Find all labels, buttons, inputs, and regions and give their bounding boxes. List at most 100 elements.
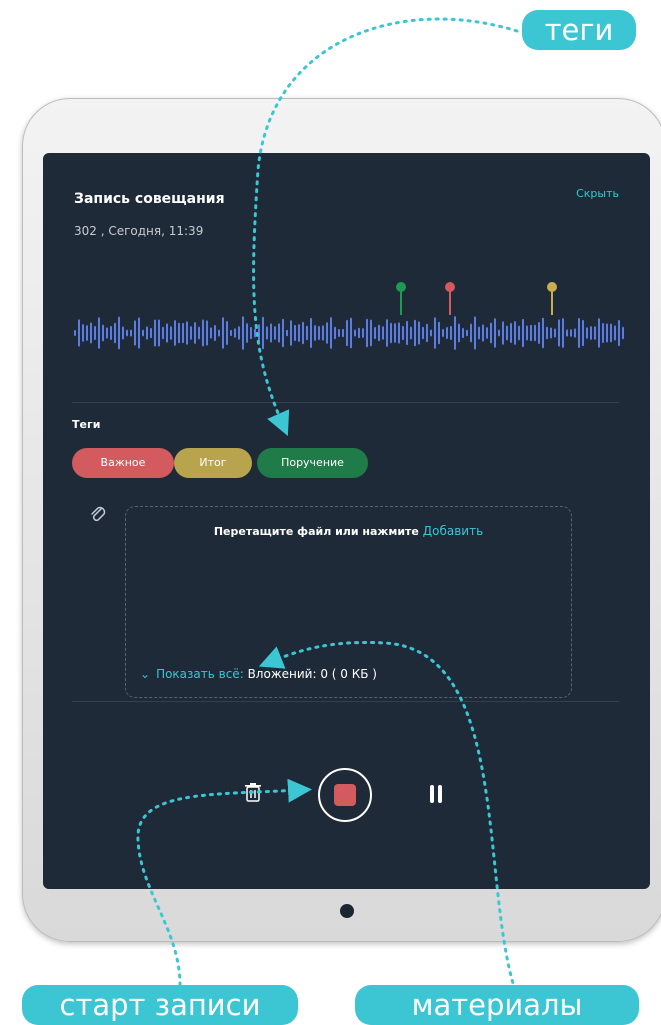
waveform-bar — [178, 322, 180, 344]
stop-record-icon — [334, 784, 356, 806]
app-screen: Запись совещания 302 , Сегодня, 11:39 Ск… — [43, 153, 650, 889]
waveform-bar — [518, 325, 520, 341]
hide-link[interactable]: Скрыть — [576, 187, 619, 200]
pause-button[interactable] — [430, 785, 444, 805]
waveform-bar — [182, 322, 184, 344]
waveform-bar — [546, 326, 548, 340]
file-drop-zone[interactable]: Перетащите файл или нажмите Добавить ⌄ По… — [125, 506, 572, 698]
tag-marker-green[interactable] — [396, 282, 406, 315]
waveform-bar — [486, 327, 488, 339]
waveform-bar — [294, 324, 296, 342]
waveform-bar — [514, 321, 516, 345]
waveform-bar — [142, 329, 144, 337]
waveform-bar — [130, 329, 132, 337]
waveform-bar — [542, 317, 544, 349]
recording-title: Запись совещания — [74, 191, 225, 207]
show-all-link[interactable]: Показать всё: — [156, 667, 244, 681]
waveform-bar — [90, 322, 92, 344]
waveform-bar — [134, 320, 136, 346]
waveform-bar — [590, 326, 592, 340]
waveform-bar — [394, 323, 396, 343]
waveform-bar — [550, 327, 552, 339]
waveform-bar — [254, 328, 256, 338]
waveform-bar — [402, 325, 404, 341]
waveform-bar — [334, 326, 336, 340]
waveform-bar — [302, 321, 304, 345]
waveform-bar — [122, 326, 124, 340]
waveform-bar — [278, 323, 280, 343]
waveform-bar — [606, 323, 608, 343]
tag-chip-assignment[interactable]: Поручение — [257, 448, 368, 478]
waveform-bar — [258, 324, 260, 342]
audio-waveform[interactable] — [72, 277, 626, 357]
tags-label: Теги — [72, 418, 101, 431]
waveform-bar — [154, 319, 156, 347]
waveform-bar — [266, 326, 268, 340]
waveform-bar — [586, 327, 588, 339]
record-stop-button[interactable] — [318, 768, 372, 822]
waveform-bar — [382, 326, 384, 340]
waveform-bar — [398, 322, 400, 344]
waveform-bar — [146, 326, 148, 340]
waveform-bar — [194, 322, 196, 344]
tag-marker-red[interactable] — [445, 282, 455, 315]
waveform-bar — [570, 329, 572, 337]
waveform-bar — [450, 326, 452, 340]
waveform-bar — [426, 323, 428, 343]
trash-icon[interactable] — [244, 782, 262, 802]
waveform-bar — [230, 329, 232, 337]
waveform-bar — [338, 328, 340, 338]
waveform-bar — [198, 326, 200, 340]
waveform-bar — [446, 327, 448, 339]
waveform-bar — [406, 320, 408, 346]
waveform-bar — [386, 319, 388, 347]
tag-chip-summary[interactable]: Итог — [174, 448, 252, 478]
waveform-bar — [74, 330, 76, 336]
waveform-bar — [318, 326, 320, 340]
waveform-bar — [102, 324, 104, 342]
paperclip-icon[interactable] — [89, 505, 107, 525]
waveform-bar — [262, 316, 264, 350]
tag-marker-yellow[interactable] — [547, 282, 557, 315]
pause-icon — [438, 785, 442, 803]
waveform-bar — [510, 322, 512, 344]
recording-subtitle: 302 , Сегодня, 11:39 — [74, 224, 204, 238]
waveform-bar — [494, 318, 496, 348]
callout-materials: материалы — [355, 985, 639, 1025]
waveform-bar — [346, 319, 348, 347]
chevron-down-icon[interactable]: ⌄ — [140, 667, 150, 681]
waveform-bar — [326, 322, 328, 344]
waveform-bar — [298, 324, 300, 342]
waveform-bar — [82, 324, 84, 342]
waveform-bar — [462, 327, 464, 339]
waveform-bar — [574, 328, 576, 338]
waveform-bar — [566, 329, 568, 337]
waveform-bar — [306, 325, 308, 341]
waveform-bar — [170, 326, 172, 340]
waveform-bar — [370, 319, 372, 347]
waveform-bar — [474, 316, 476, 350]
waveform-bar — [538, 322, 540, 344]
waveform-bar — [202, 319, 204, 347]
waveform-bar — [242, 316, 244, 350]
waveform-bar — [270, 323, 272, 343]
waveform-bar — [422, 326, 424, 340]
waveform-bar — [622, 326, 624, 340]
waveform-bar — [98, 317, 100, 349]
waveform-bar — [226, 321, 228, 345]
waveform-bar — [410, 326, 412, 340]
waveform-bar — [418, 321, 420, 345]
waveform-bar — [342, 328, 344, 338]
waveform-bar — [354, 329, 356, 337]
drop-text: Перетащите файл или нажмите — [213, 525, 419, 538]
pause-icon — [430, 785, 434, 803]
waveform-bar — [562, 318, 564, 348]
waveform-bar — [118, 316, 120, 350]
waveform-bar — [358, 327, 360, 339]
add-file-link[interactable]: Добавить — [423, 524, 483, 538]
tag-chip-important[interactable]: Важное — [72, 448, 174, 478]
waveform-bar — [114, 322, 116, 344]
waveform-bar — [350, 317, 352, 349]
waveform-bar — [522, 318, 524, 348]
waveform-bar — [466, 329, 468, 337]
